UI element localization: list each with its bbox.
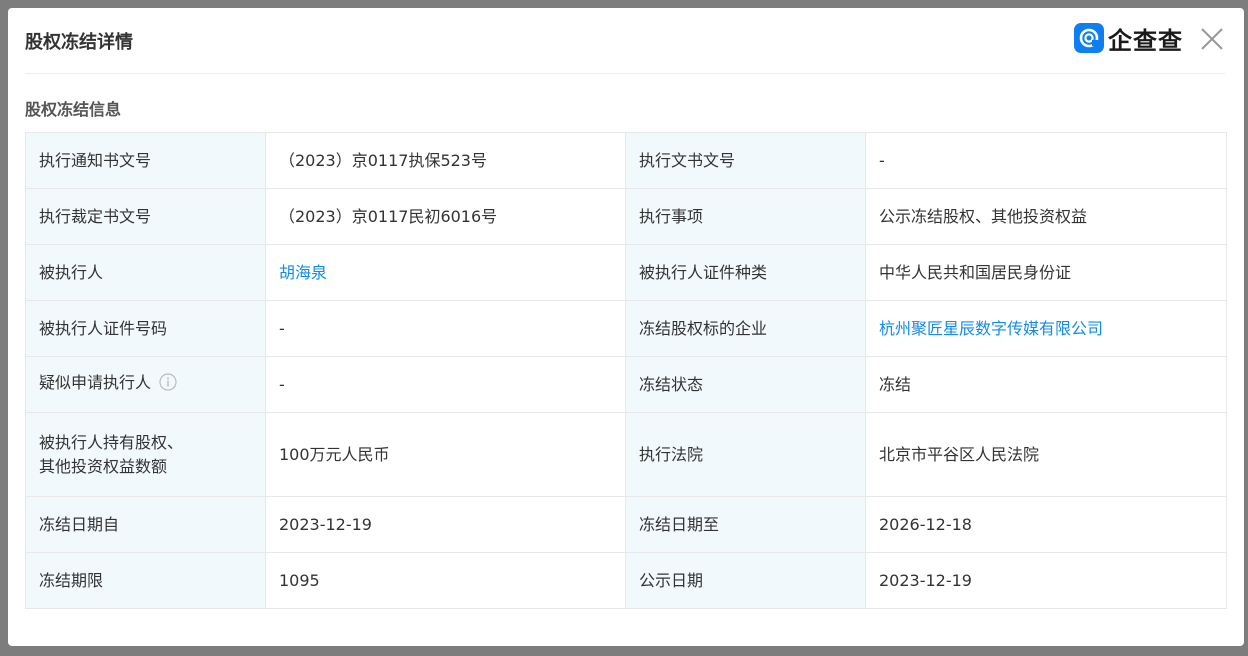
field-value: （2023）京0117执保523号 — [265, 132, 626, 189]
modal-title: 股权冻结详情 — [25, 32, 133, 53]
field-label: 冻结日期自 — [25, 496, 266, 553]
info-icon[interactable] — [159, 373, 177, 398]
field-label-text: 疑似申请执行人 — [39, 373, 152, 392]
table-row: 被执行人持有股权、 其他投资权益数额 100万元人民币 执行法院 北京市平谷区人民… — [25, 412, 1227, 497]
brand-logo: 企查查 — [1074, 22, 1183, 55]
field-label: 被执行人证件号码 — [25, 300, 266, 357]
field-value: （2023）京0117民初6016号 — [265, 188, 626, 245]
field-label: 冻结日期至 — [625, 496, 866, 553]
modal-header: 股权冻结详情 企查查 — [25, 8, 1225, 74]
field-label: 执行通知书文号 — [25, 132, 266, 189]
table-row: 执行裁定书文号 （2023）京0117民初6016号 执行事项 公示冻结股权、其… — [25, 188, 1227, 245]
table-row: 冻结日期自 2023-12-19 冻结日期至 2026-12-18 — [25, 496, 1227, 553]
field-label: 执行事项 — [625, 188, 866, 245]
table-row: 冻结期限 1095 公示日期 2023-12-19 — [25, 552, 1227, 609]
freeze-info-table: 执行通知书文号 （2023）京0117执保523号 执行文书文号 - 执行裁定书… — [25, 132, 1227, 609]
qcc-logo-icon — [1074, 23, 1104, 53]
table-row: 疑似申请执行人 - 冻结状态 冻结 — [25, 356, 1227, 413]
field-label: 公示日期 — [625, 552, 866, 609]
equity-freeze-modal: 股权冻结详情 企查查 股权冻结信息 执行通知书文号 （2023）京0117执保5… — [8, 8, 1244, 646]
field-value: 2026-12-18 — [865, 496, 1227, 553]
field-label-line: 被执行人持有股权、 — [39, 432, 184, 452]
field-label: 被执行人证件种类 — [625, 244, 866, 301]
close-icon[interactable] — [1199, 26, 1225, 52]
field-value: 公示冻结股权、其他投资权益 — [865, 188, 1227, 245]
field-value: - — [265, 356, 626, 413]
brand-name: 企查查 — [1108, 26, 1183, 55]
field-label: 被执行人持有股权、 其他投资权益数额 — [25, 412, 266, 497]
field-label-with-info: 疑似申请执行人 — [25, 356, 266, 413]
person-link[interactable]: 胡海泉 — [265, 244, 626, 301]
field-value: 2023-12-19 — [865, 552, 1227, 609]
company-link[interactable]: 杭州聚匠星辰数字传媒有限公司 — [865, 300, 1227, 357]
field-value: - — [865, 132, 1227, 189]
field-label: 冻结股权标的企业 — [625, 300, 866, 357]
table-row: 被执行人证件号码 - 冻结股权标的企业 杭州聚匠星辰数字传媒有限公司 — [25, 300, 1227, 357]
field-value: 1095 — [265, 552, 626, 609]
field-label: 执行文书文号 — [625, 132, 866, 189]
field-value: 冻结 — [865, 356, 1227, 413]
field-value: - — [265, 300, 626, 357]
field-label: 执行法院 — [625, 412, 866, 497]
field-value: 2023-12-19 — [265, 496, 626, 553]
field-label: 被执行人 — [25, 244, 266, 301]
field-value: 中华人民共和国居民身份证 — [865, 244, 1227, 301]
field-label-line: 其他投资权益数额 — [39, 456, 168, 476]
table-row: 被执行人 胡海泉 被执行人证件种类 中华人民共和国居民身份证 — [25, 244, 1227, 301]
field-label: 冻结期限 — [25, 552, 266, 609]
field-value: 北京市平谷区人民法院 — [865, 412, 1227, 497]
field-label: 冻结状态 — [625, 356, 866, 413]
field-value: 100万元人民币 — [265, 412, 626, 497]
table-row: 执行通知书文号 （2023）京0117执保523号 执行文书文号 - — [25, 132, 1227, 189]
field-label: 执行裁定书文号 — [25, 188, 266, 245]
section-title: 股权冻结信息 — [25, 100, 122, 119]
